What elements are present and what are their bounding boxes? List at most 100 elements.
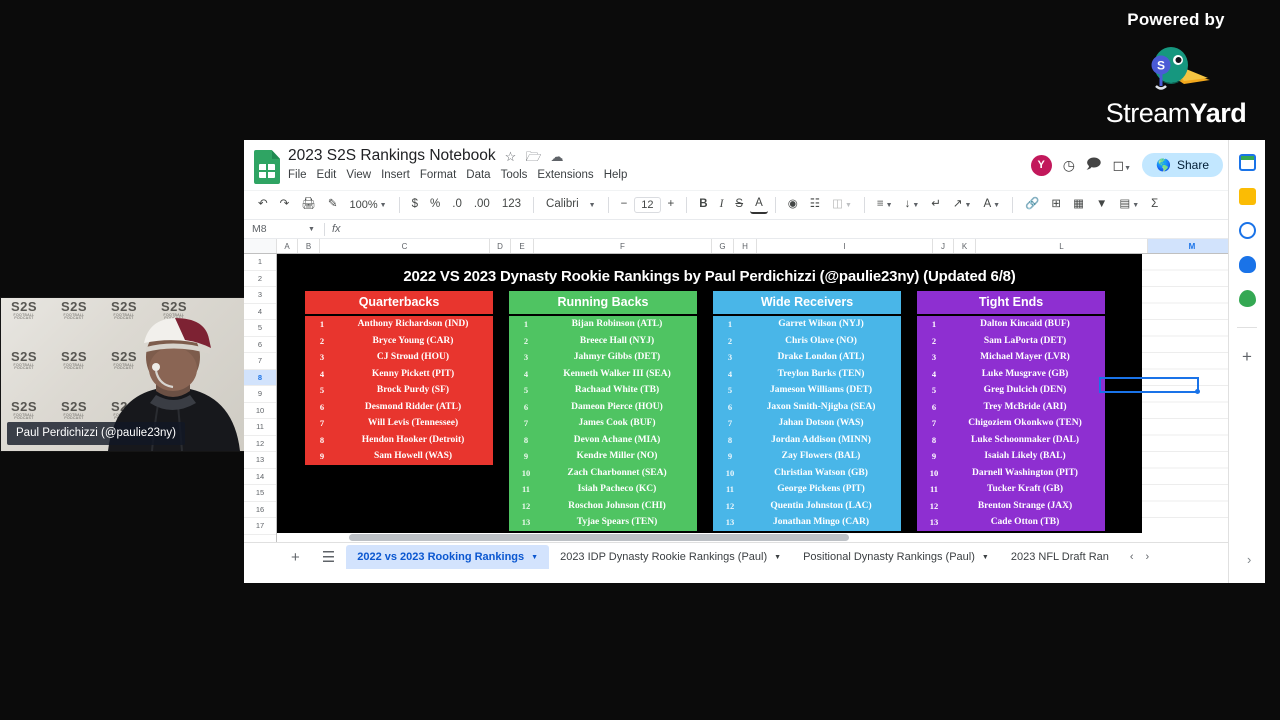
video-call-icon[interactable]: ◻▼ — [1112, 157, 1131, 174]
horizontal-scroll-thumb[interactable] — [349, 534, 849, 541]
sheet-tab[interactable]: Positional Dynasty Rankings (Paul) ▼ — [792, 545, 1000, 569]
column-header-k[interactable]: K — [954, 239, 976, 253]
increase-font-size-button[interactable]: + — [663, 197, 680, 213]
insert-chart-icon[interactable]: ▦ — [1068, 197, 1089, 213]
sheet-tab-caret-icon[interactable]: ▼ — [531, 554, 538, 561]
row-header-12[interactable]: 12 — [244, 436, 276, 452]
menu-help[interactable]: Help — [604, 169, 628, 181]
row-header-14[interactable]: 14 — [244, 469, 276, 485]
column-header-h[interactable]: H — [734, 239, 757, 253]
menu-file[interactable]: File — [288, 169, 307, 181]
borders-icon[interactable]: ☷ — [805, 197, 825, 213]
column-header-m[interactable]: M — [1148, 239, 1237, 253]
sheet-tab-caret-icon[interactable]: ▼ — [774, 554, 781, 561]
menu-insert[interactable]: Insert — [381, 169, 410, 181]
contacts-icon[interactable] — [1238, 256, 1256, 273]
fill-handle[interactable] — [1195, 389, 1200, 394]
calendar-icon[interactable] — [1238, 154, 1256, 171]
vertical-align-icon[interactable]: ↓ ▼ — [900, 197, 925, 213]
text-wrap-icon[interactable]: ↵ — [926, 197, 946, 213]
decrease-decimal-button[interactable]: .0 — [447, 197, 467, 213]
webcam-tile[interactable]: S2S FOOTBALL PODCAST S2S FOOTBALL PODCAST S2… — [0, 297, 245, 452]
avatar[interactable]: Y — [1030, 154, 1052, 176]
sheet-tab[interactable]: 2023 NFL Draft Ran — [1000, 545, 1120, 569]
column-header-j[interactable]: J — [933, 239, 954, 253]
horizontal-align-icon[interactable]: ≡ ▼ — [872, 197, 898, 213]
menu-format[interactable]: Format — [420, 169, 456, 181]
column-header-g[interactable]: G — [712, 239, 734, 253]
sheet-tab-caret-icon[interactable]: ▼ — [982, 554, 989, 561]
row-header-16[interactable]: 16 — [244, 502, 276, 518]
menu-tools[interactable]: Tools — [501, 169, 528, 181]
column-header-i[interactable]: I — [757, 239, 933, 253]
percent-format-button[interactable]: % — [425, 197, 445, 213]
font-size-input[interactable]: 12 — [634, 197, 661, 213]
row-header-3[interactable]: 3 — [244, 287, 276, 304]
more-formats-button[interactable]: 123 — [497, 197, 526, 213]
row-header-9[interactable]: 9 — [244, 386, 276, 403]
text-rotation-icon[interactable]: ↗ ▼ — [948, 197, 977, 213]
cloud-saved-icon[interactable]: ☁ — [550, 150, 563, 163]
row-header-6[interactable]: 6 — [244, 337, 276, 353]
row-header-2[interactable]: 2 — [244, 271, 276, 287]
tasks-icon[interactable] — [1238, 222, 1256, 239]
move-to-folder-icon[interactable]: 🗁 — [525, 150, 541, 163]
maps-icon[interactable] — [1238, 290, 1256, 307]
row-header-13[interactable]: 13 — [244, 452, 276, 469]
functions-icon[interactable]: ▤ ▼ — [1114, 197, 1144, 213]
undo-icon[interactable]: ↶ — [253, 197, 273, 213]
row-header-8[interactable]: 8 — [244, 369, 276, 386]
prev-tab-button[interactable]: ‹ — [1130, 551, 1134, 563]
menu-data[interactable]: Data — [466, 169, 490, 181]
row-header-10[interactable]: 10 — [244, 403, 276, 419]
document-title[interactable]: 2023 S2S Rankings Notebook — [288, 147, 496, 165]
sheet-tab[interactable]: 2022 vs 2023 Rooking Rankings ▼ — [346, 545, 550, 569]
name-box[interactable]: M8 — [252, 223, 308, 235]
paint-format-icon[interactable]: ✎ — [323, 197, 343, 213]
italic-button[interactable]: I — [715, 197, 729, 213]
bold-button[interactable]: B — [694, 197, 712, 213]
column-header-b[interactable]: B — [298, 239, 320, 253]
select-all-corner[interactable] — [244, 239, 277, 253]
decrease-font-size-button[interactable]: − — [616, 197, 633, 213]
comment-icon[interactable]: 🗩 — [1086, 153, 1102, 177]
currency-format-button[interactable]: $ — [407, 197, 423, 213]
add-sheet-button[interactable]: + — [280, 549, 311, 566]
column-header-d[interactable]: D — [490, 239, 511, 253]
sheet-tab[interactable]: 2023 IDP Dynasty Rookie Rankings (Paul) ▼ — [549, 545, 792, 569]
share-button[interactable]: 🌎 Share — [1142, 153, 1223, 177]
version-history-icon[interactable]: ◷ — [1063, 157, 1075, 174]
row-header-15[interactable]: 15 — [244, 485, 276, 502]
text-rotation-color-icon[interactable]: A ▼ — [978, 197, 1005, 213]
insert-link-icon[interactable]: 🔗 — [1020, 197, 1044, 213]
column-header-c[interactable]: C — [320, 239, 490, 253]
star-icon[interactable]: ☆ — [505, 150, 517, 163]
name-box-caret-icon[interactable]: ▼ — [308, 226, 315, 233]
sum-icon[interactable]: Σ — [1146, 197, 1163, 213]
strikethrough-button[interactable]: S — [730, 197, 748, 213]
row-header-17[interactable]: 17 — [244, 518, 276, 535]
text-color-button[interactable]: A — [750, 196, 768, 214]
menu-edit[interactable]: Edit — [317, 169, 337, 181]
all-sheets-icon[interactable]: ☰ — [311, 548, 346, 566]
row-header-11[interactable]: 11 — [244, 419, 276, 436]
column-header-e[interactable]: E — [511, 239, 534, 253]
merge-cells-icon[interactable]: ◫ ▼ — [827, 197, 857, 213]
row-header-5[interactable]: 5 — [244, 320, 276, 337]
keep-icon[interactable] — [1238, 188, 1256, 205]
redo-icon[interactable]: ↷ — [275, 197, 295, 213]
row-header-1[interactable]: 1 — [244, 254, 276, 271]
column-header-l[interactable]: L — [976, 239, 1148, 253]
add-app-icon[interactable]: + — [1242, 348, 1252, 365]
column-header-f[interactable]: F — [534, 239, 712, 253]
increase-decimal-button[interactable]: .00 — [469, 197, 495, 213]
menu-extensions[interactable]: Extensions — [537, 169, 593, 181]
column-header-a[interactable]: A — [277, 239, 298, 253]
expand-panel-chevron-icon[interactable]: › — [1247, 552, 1251, 567]
next-tab-button[interactable]: › — [1146, 551, 1150, 563]
print-icon[interactable]: 🖨 — [296, 197, 321, 213]
row-header-7[interactable]: 7 — [244, 353, 276, 370]
menu-view[interactable]: View — [346, 169, 371, 181]
filter-icon[interactable]: ▼ — [1091, 197, 1112, 213]
font-family-select[interactable]: Calibri ▼ — [541, 197, 601, 213]
